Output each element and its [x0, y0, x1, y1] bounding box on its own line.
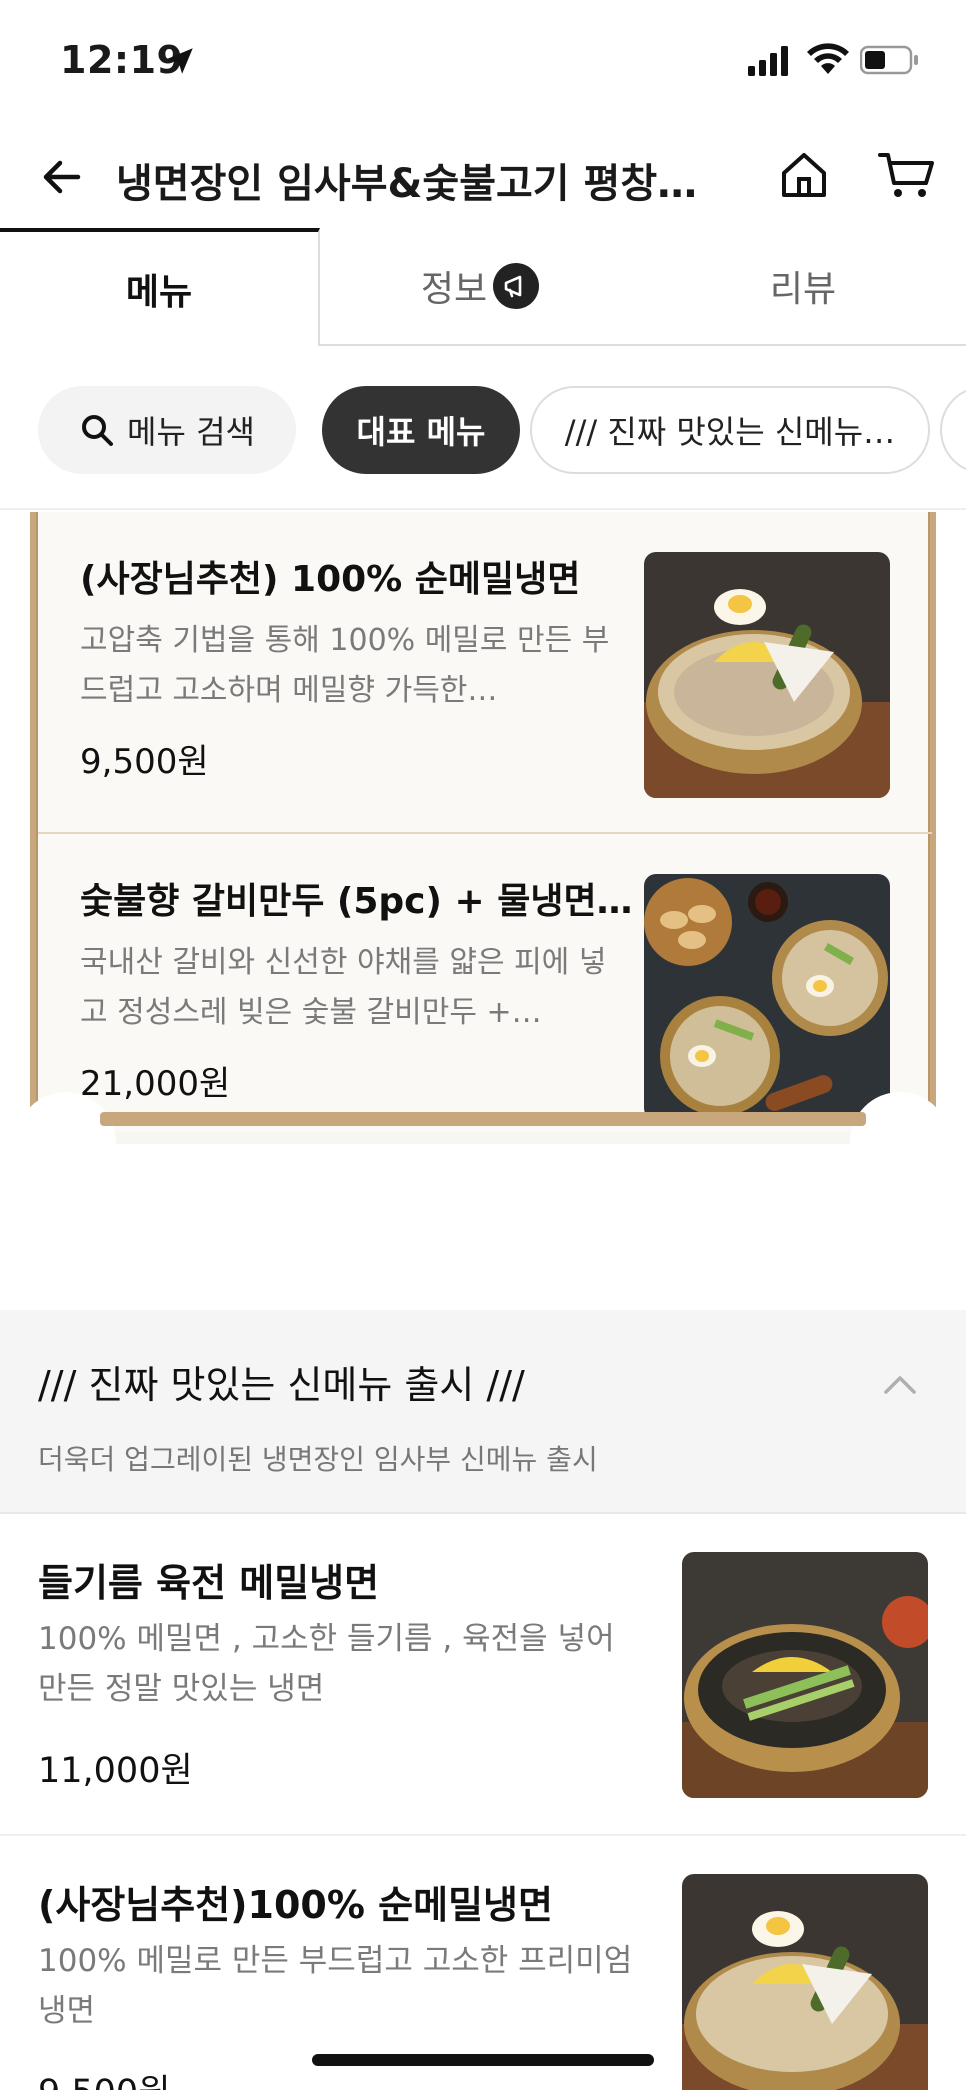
- tab-menu[interactable]: 메뉴: [0, 228, 320, 346]
- menu-item-name: 들기름 육전 메밀냉면: [38, 1561, 380, 1605]
- megaphone-icon: [493, 263, 540, 309]
- section-subtitle: 더욱더 업그레이된 냉면장인 임사부 신메뉴 출시: [38, 1443, 598, 1476]
- menu-item-description: 국내산 갈비와 신선한 야채를 얇은 피에 넣고 정성스레 빚은 숯불 갈비만두…: [80, 945, 607, 1030]
- menu-list-item[interactable]: 들기름 육전 메밀냉면 100% 메밀면 , 고소한 들기름 , 육전을 넣어 …: [0, 1514, 966, 1836]
- menu-item-description: 고압축 기법을 통해 100% 메밀로 만든 부드럽고 고소하며 메밀향 가득한…: [80, 623, 610, 708]
- next-category-chip[interactable]: [940, 386, 966, 474]
- tab-review-label: 리뷰: [769, 269, 837, 310]
- home-icon[interactable]: [776, 147, 832, 203]
- chevron-up-icon[interactable]: [880, 1370, 920, 1400]
- location-arrow-icon: [167, 48, 193, 74]
- menu-item-price: 9,500원: [80, 742, 209, 782]
- frame-bottom-border: [100, 1112, 866, 1126]
- tab-info-label: 정보: [420, 269, 488, 310]
- home-indicator[interactable]: [312, 2054, 654, 2066]
- back-arrow-icon[interactable]: [34, 149, 90, 205]
- tab-review[interactable]: 리뷰: [640, 228, 966, 346]
- new-menu-chip[interactable]: /// 진짜 맛있는 신메뉴…: [530, 386, 930, 474]
- representative-menu-item[interactable]: (사장님추천) 100% 순메밀냉면 고압축 기법을 통해 100% 메밀로 만…: [38, 512, 932, 832]
- menu-item-name: 숯불향 갈비만두 (5pc) + 물냉면…: [80, 881, 633, 922]
- naengmyeon-photo: [644, 552, 890, 798]
- representative-menu-list: (사장님추천) 100% 순메밀냉면 고압축 기법을 통해 100% 메밀로 만…: [36, 512, 932, 1132]
- tab-bar: 메뉴 정보 리뷰: [0, 228, 966, 348]
- menu-search-label: 메뉴 검색: [127, 413, 255, 451]
- search-icon: [82, 415, 114, 446]
- dumpling-naengmyeon-photo: [644, 874, 890, 1120]
- menu-item-name: (사장님추천)100% 순메밀냉면: [38, 1883, 553, 1927]
- app-header: 냉면장인 임사부&숯불고기 평창…: [0, 125, 966, 230]
- menu-item-description: 100% 메밀면 , 고소한 들기름 , 육전을 넣어 만든 정말 맛있는 냉면: [38, 1621, 615, 1707]
- menu-item-name: (사장님추천) 100% 순메밀냉면: [80, 559, 581, 600]
- menu-filter-chips: 메뉴 검색 대표 메뉴 /// 진짜 맛있는 신메뉴…: [0, 380, 966, 480]
- status-bar: 12:19: [0, 0, 966, 125]
- menu-item-price: 21,000원: [80, 1064, 231, 1104]
- cart-icon[interactable]: [876, 147, 936, 203]
- menu-item-description: 100% 메밀로 만든 부드럽고 고소한 프리미엄 냉면: [38, 1943, 633, 2029]
- representative-menu-card: (사장님추천) 100% 순메밀냉면 고압축 기법을 통해 100% 메밀로 만…: [16, 512, 950, 1192]
- menu-item-price: 11,000원: [38, 1751, 193, 1791]
- section-title: /// 진짜 맛있는 신메뉴 출시 ///: [38, 1363, 525, 1407]
- battery-icon: [860, 45, 918, 75]
- naengmyeon-photo: [682, 1874, 928, 2090]
- perilla-oil-naengmyeon-photo: [682, 1552, 928, 1798]
- frame-corner-left: [16, 1092, 116, 1192]
- new-menu-label: /// 진짜 맛있는 신메뉴…: [564, 413, 896, 451]
- store-title: 냉면장인 임사부&숯불고기 평창…: [116, 161, 698, 207]
- representative-menu-chip[interactable]: 대표 메뉴: [322, 386, 520, 474]
- cellular-signal-icon: [748, 46, 788, 76]
- tab-menu-label: 메뉴: [125, 272, 193, 313]
- representative-menu-label: 대표 메뉴: [356, 413, 486, 451]
- frame-corner-right: [850, 1092, 950, 1192]
- divider: [0, 508, 966, 510]
- menu-item-price: 9,500원: [38, 2064, 170, 2090]
- new-menu-section-header[interactable]: /// 진짜 맛있는 신메뉴 출시 /// 더욱더 업그레이된 냉면장인 임사부…: [0, 1310, 966, 1514]
- menu-list-item[interactable]: (사장님추천)100% 순메밀냉면 100% 메밀로 만든 부드럽고 고소한 프…: [0, 1836, 966, 2090]
- wifi-icon: [807, 43, 849, 74]
- menu-search-chip[interactable]: 메뉴 검색: [38, 386, 296, 474]
- tab-info[interactable]: 정보: [320, 228, 640, 346]
- representative-menu-item[interactable]: 숯불향 갈비만두 (5pc) + 물냉면… 국내산 갈비와 신선한 야채를 얇은…: [38, 832, 932, 1152]
